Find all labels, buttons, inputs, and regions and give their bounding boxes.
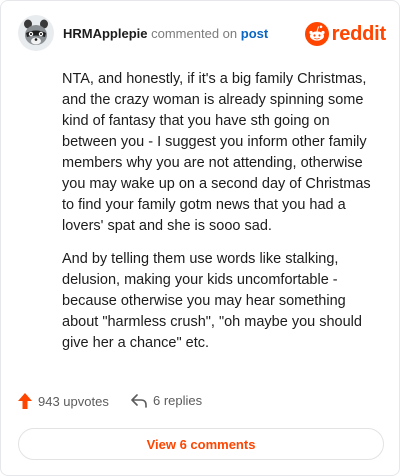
upvote-arrow-icon: [18, 393, 32, 409]
raccoon-avatar-icon: [18, 15, 54, 51]
comment-paragraph: NTA, and honestly, if it's a big family …: [62, 71, 371, 234]
upvote-stat[interactable]: 943 upvotes: [18, 393, 109, 409]
upvote-count: 943 upvotes: [38, 393, 109, 409]
reply-arrow-icon: [131, 393, 147, 408]
comment-body: NTA, and honestly, if it's a big family …: [62, 69, 374, 366]
reddit-wordmark: reddit: [331, 22, 387, 45]
user-avatar[interactable]: [18, 15, 54, 51]
reddit-logo[interactable]: reddit: [304, 21, 387, 47]
comment-meta: HRMApplepie commented on post: [63, 26, 268, 41]
comment-paragraph: And by telling them use words like stalk…: [62, 251, 362, 351]
reply-count: 6 replies: [153, 393, 203, 408]
view-comments-button[interactable]: View 6 comments: [18, 428, 384, 460]
comment-card: HRMApplepie commented on post reddit NTA…: [0, 0, 400, 476]
comment-header: HRMApplepie commented on post reddit: [18, 15, 386, 53]
username[interactable]: HRMApplepie: [63, 26, 148, 41]
post-link[interactable]: post: [241, 26, 268, 41]
action-text: commented on: [151, 26, 238, 41]
reply-stat[interactable]: 6 replies: [131, 393, 202, 408]
reddit-alien-icon: [304, 22, 329, 46]
